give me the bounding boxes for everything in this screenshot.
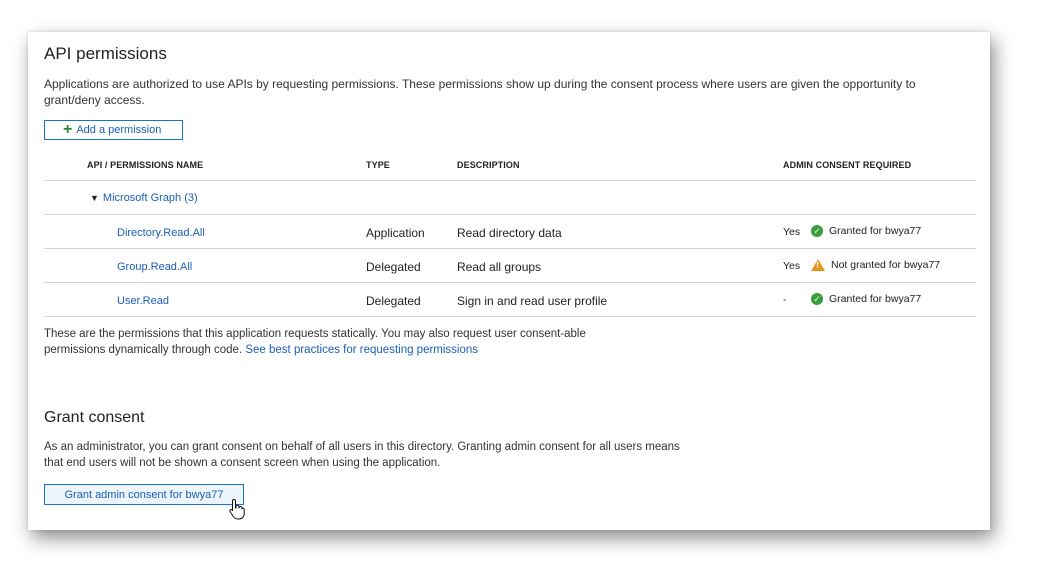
permission-description: Read directory data bbox=[457, 226, 562, 240]
permission-name-link[interactable]: Directory.Read.All bbox=[117, 227, 205, 239]
best-practices-link[interactable]: See best practices for requesting permis… bbox=[245, 344, 478, 356]
consent-status-text: Granted for bwya77 bbox=[829, 293, 922, 305]
consent-status: ✓ Granted for bwya77 bbox=[811, 225, 921, 237]
column-header-admin-consent: ADMIN CONSENT REQUIRED bbox=[783, 160, 912, 170]
grant-admin-consent-button[interactable]: Grant admin consent for bwya77 bbox=[44, 484, 244, 505]
consent-status-text: Granted for bwya77 bbox=[829, 225, 922, 237]
plus-icon: + bbox=[63, 121, 73, 138]
consent-status-text: Not granted for bwya77 bbox=[831, 259, 941, 271]
column-header-type: TYPE bbox=[366, 160, 390, 170]
permission-description: Sign in and read user profile bbox=[457, 294, 608, 308]
column-header-name: API / PERMISSIONS NAME bbox=[87, 160, 204, 170]
column-header-description: DESCRIPTION bbox=[457, 160, 520, 170]
group-toggle[interactable]: ▼ Microsoft Graph (3) bbox=[90, 192, 198, 204]
api-permissions-panel: API permissions Applications are authori… bbox=[28, 32, 990, 530]
permission-name-link[interactable]: Group.Read.All bbox=[117, 261, 192, 273]
consent-status: Not granted for bwya77 bbox=[811, 259, 940, 271]
grant-admin-consent-label: Grant admin consent for bwya77 bbox=[64, 488, 224, 501]
warning-icon bbox=[811, 259, 825, 271]
permissions-table: API / PERMISSIONS NAME TYPE DESCRIPTION … bbox=[44, 148, 976, 317]
consent-status: ✓ Granted for bwya77 bbox=[811, 293, 921, 305]
permission-name-link[interactable]: User.Read bbox=[117, 295, 169, 307]
table-row: User.Read Delegated Sign in and read use… bbox=[44, 283, 976, 317]
grant-consent-description: As an administrator, you can grant conse… bbox=[44, 441, 680, 469]
table-header: API / PERMISSIONS NAME TYPE DESCRIPTION … bbox=[44, 148, 976, 181]
hand-pointer-icon bbox=[229, 498, 245, 520]
check-circle-icon: ✓ bbox=[811, 293, 823, 305]
add-permission-label: Add a permission bbox=[76, 124, 162, 136]
permission-type: Application bbox=[366, 226, 425, 240]
group-row-microsoft-graph[interactable]: ▼ Microsoft Graph (3) bbox=[44, 181, 976, 215]
permission-description: Read all groups bbox=[457, 260, 542, 274]
admin-consent-required: Yes bbox=[783, 226, 801, 238]
static-permissions-note: These are the permissions that this appl… bbox=[44, 326, 624, 358]
add-permission-button[interactable]: + Add a permission bbox=[44, 120, 183, 140]
table-row: Group.Read.All Delegated Read all groups… bbox=[44, 249, 976, 283]
permission-type: Delegated bbox=[366, 260, 421, 274]
triangle-down-icon: ▼ bbox=[90, 193, 99, 203]
table-row: Directory.Read.All Application Read dire… bbox=[44, 215, 976, 249]
admin-consent-required: Yes bbox=[783, 260, 801, 272]
grant-consent-title: Grant consent bbox=[44, 409, 145, 426]
permission-type: Delegated bbox=[366, 294, 421, 308]
api-permissions-description: Applications are authorized to use APIs … bbox=[44, 77, 916, 107]
group-label: Microsoft Graph (3) bbox=[102, 192, 198, 204]
check-circle-icon: ✓ bbox=[811, 225, 823, 237]
page-title: API permissions bbox=[44, 44, 167, 63]
admin-consent-required: - bbox=[783, 294, 787, 306]
